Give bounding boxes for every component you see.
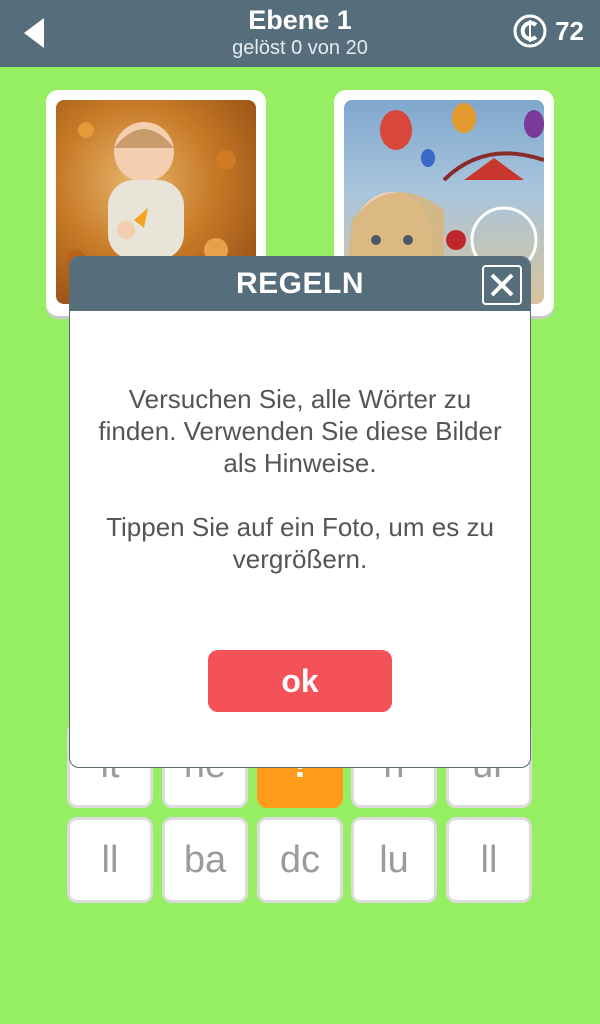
coin-count: 72 (555, 15, 584, 46)
close-button[interactable] (482, 265, 522, 305)
level-info: Ebene 1 gelöst 0 von 20 (150, 4, 450, 60)
rules-dialog: REGELN Versuchen Sie, alle Wörter zu fin… (69, 256, 531, 768)
back-arrow-icon (24, 18, 44, 48)
coin-icon (513, 14, 547, 48)
rules-text-2: Tippen Sie auf ein Foto, um es zu vergrö… (106, 512, 494, 574)
level-title: Ebene 1 (248, 5, 352, 35)
back-button[interactable] (14, 12, 54, 54)
dialog-body: Versuchen Sie, alle Wörter zu finden. Ve… (70, 311, 530, 575)
top-bar: Ebene 1 gelöst 0 von 20 72 (0, 0, 600, 67)
dialog-header: REGELN (70, 257, 530, 311)
letter-tile[interactable]: lu (351, 817, 437, 903)
coin-counter[interactable]: 72 (513, 14, 584, 48)
letter-tile[interactable]: ll (446, 817, 532, 903)
letter-tile[interactable]: ba (162, 817, 248, 903)
ok-button[interactable]: ok (208, 650, 392, 712)
rules-text-1: Versuchen Sie, alle Wörter zu finden. Ve… (98, 384, 502, 478)
letter-tile[interactable]: ll (67, 817, 153, 903)
level-progress: gelöst 0 von 20 (232, 37, 368, 59)
letter-tile[interactable]: dc (257, 817, 343, 903)
close-icon (490, 273, 514, 297)
dialog-title: REGELN (235, 267, 364, 300)
